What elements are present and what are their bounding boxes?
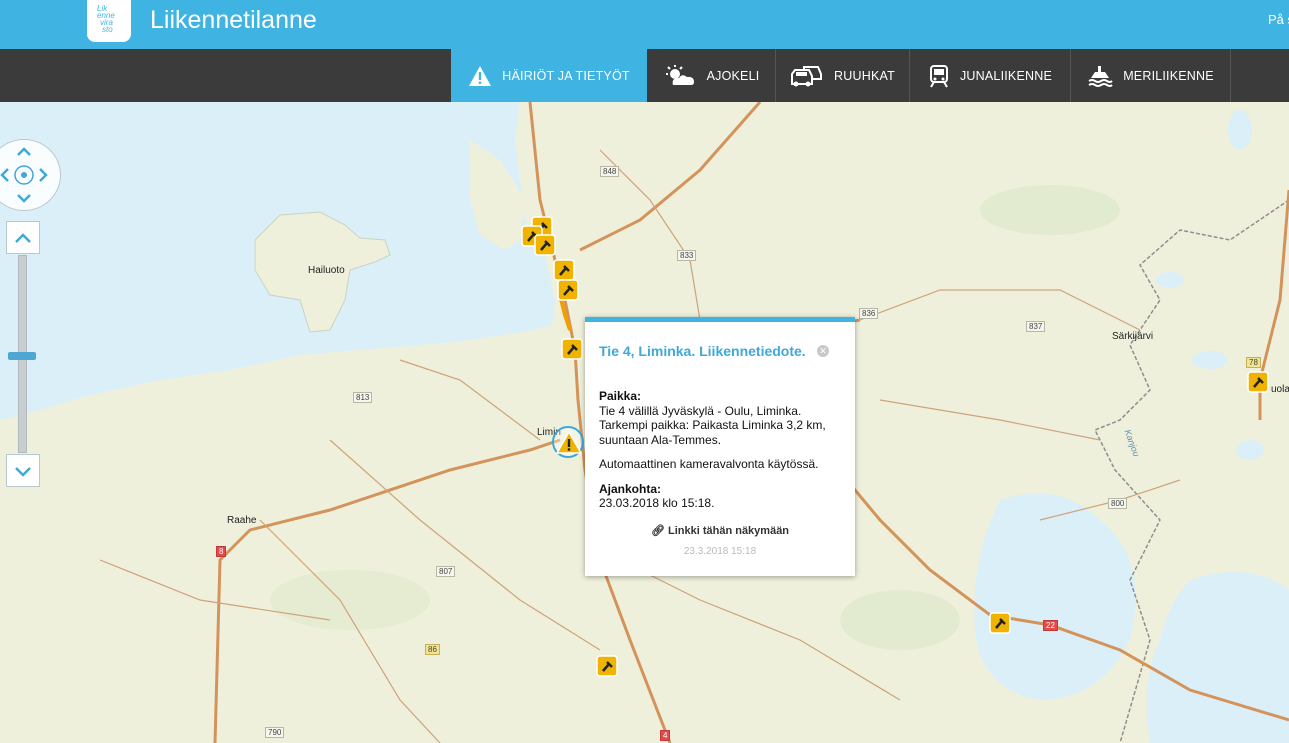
road-number: 837 xyxy=(1026,321,1046,332)
roadwork-marker[interactable] xyxy=(534,234,556,256)
road-number: 790 xyxy=(265,727,285,738)
roadwork-icon xyxy=(989,612,1011,634)
popup-body: Paikka: Tie 4 välillä Jyväskylä - Oulu, … xyxy=(599,389,844,511)
logo-line-4: sto xyxy=(102,25,113,34)
zoom-slider-handle[interactable] xyxy=(8,352,36,360)
road-number: 78 xyxy=(1246,357,1261,368)
roadwork-marker[interactable] xyxy=(1247,371,1269,393)
time-label: Ajankohta: xyxy=(599,481,662,496)
place-label: Raahe xyxy=(227,515,257,526)
permalink-label: Linkki tähän näkymään xyxy=(667,525,790,537)
road-number: 813 xyxy=(353,392,373,403)
tab-junaliikenne[interactable]: JUNALIIKENNE xyxy=(910,49,1071,102)
pan-arrows-icon xyxy=(0,147,48,203)
road-number: 807 xyxy=(436,566,456,577)
main-nav: HÄIRIÖT JA TIETYÖT AJOKELI RUUHKAT JUNAL… xyxy=(0,49,1289,102)
road-number: 8 xyxy=(216,546,227,557)
selected-warning-marker[interactable] xyxy=(552,426,584,458)
tab-ruuhkat[interactable]: RUUHKAT xyxy=(776,49,910,102)
warning-icon xyxy=(555,430,583,454)
roadwork-icon xyxy=(1247,371,1269,393)
tab-ajokeli[interactable]: AJOKELI xyxy=(647,49,776,102)
weather-icon xyxy=(665,64,694,85)
place-label: Hailuoto xyxy=(308,265,345,276)
permalink-link[interactable]: 🔗︎ Linkki tähän näkymään xyxy=(585,524,855,537)
incident-description: Automaattinen kameravalvonta käytössä. xyxy=(599,457,819,471)
tab-label: HÄIRIÖT JA TIETYÖT xyxy=(502,68,630,83)
zoom-in-button[interactable] xyxy=(6,221,40,254)
road-number: 836 xyxy=(859,308,879,319)
app-title: Liikennetilanne xyxy=(150,6,317,34)
roadwork-marker[interactable] xyxy=(596,655,618,677)
time-text: 23.03.2018 klo 15:18. xyxy=(599,496,715,510)
tab-label: MERILIIKENNE xyxy=(1123,68,1214,83)
place-label: Särkijärvi xyxy=(1112,331,1154,342)
pan-control[interactable] xyxy=(0,139,61,211)
road-number: 22 xyxy=(1043,620,1058,631)
tab-hairiot-ja-tietyot[interactable]: HÄIRIÖT JA TIETYÖT xyxy=(451,49,647,102)
close-icon[interactable]: ✕ xyxy=(817,345,829,357)
roadwork-marker[interactable] xyxy=(989,612,1011,634)
top-header: Lik enne vira sto Liikennetilanne På s xyxy=(0,0,1289,49)
popup-timestamp: 23.3.2018 15:18 xyxy=(683,546,757,557)
road-number: 86 xyxy=(425,644,440,655)
location-text: Tie 4 välillä Jyväskylä - Oulu, Liminka.… xyxy=(599,403,826,447)
roadwork-icon xyxy=(596,655,618,677)
road-number: 4 xyxy=(660,730,671,741)
road-number: 848 xyxy=(600,166,620,177)
roadwork-marker[interactable] xyxy=(553,259,575,281)
roadwork-icon xyxy=(553,259,575,281)
roadwork-icon xyxy=(534,234,556,256)
tab-meriliikenne[interactable]: MERILIIKENNE xyxy=(1071,49,1231,102)
road-number: 833 xyxy=(677,250,697,261)
ship-icon xyxy=(1088,65,1113,87)
traffic-jam-icon xyxy=(791,65,823,86)
train-icon xyxy=(929,64,948,88)
popup-title: Tie 4, Liminka. Liikennetiedote. xyxy=(599,343,806,359)
tab-label: RUUHKAT xyxy=(834,68,895,83)
place-label: uola xyxy=(1271,384,1289,395)
roadwork-marker[interactable] xyxy=(561,338,583,360)
tab-label: AJOKELI xyxy=(706,68,760,83)
zoom-out-button[interactable] xyxy=(6,454,40,487)
location-label: Paikka: xyxy=(599,389,642,403)
chevron-up-icon xyxy=(15,232,31,243)
roadwork-icon xyxy=(557,279,579,301)
road-number: 800 xyxy=(1108,498,1128,509)
language-link[interactable]: På s xyxy=(1268,12,1289,27)
warning-icon xyxy=(469,65,492,86)
roadwork-marker[interactable] xyxy=(557,279,579,301)
tab-label: JUNALIIKENNE xyxy=(959,68,1052,83)
chevron-down-icon xyxy=(15,466,31,477)
incident-popup: Tie 4, Liminka. Liikennetiedote. ✕ Paikk… xyxy=(585,317,855,576)
roadwork-icon xyxy=(561,338,583,360)
liikennevirasto-logo[interactable]: Lik enne vira sto xyxy=(87,0,131,42)
link-icon: 🔗︎ xyxy=(650,525,665,537)
